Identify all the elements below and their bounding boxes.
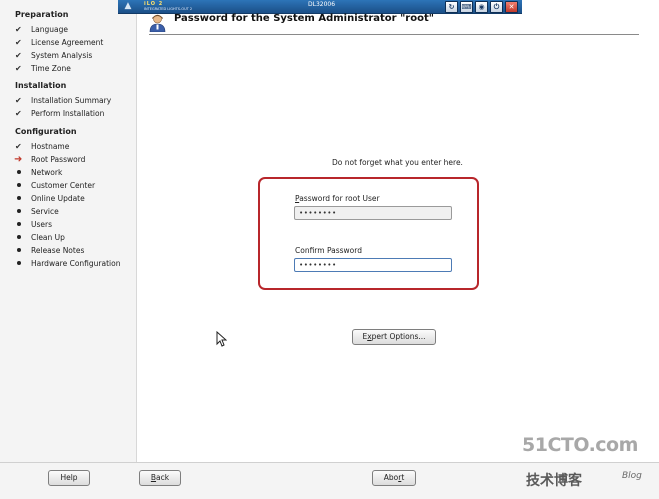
check-icon: ✔ [15, 50, 22, 60]
pending-step-marker [15, 248, 27, 252]
sidebar-step-label: Hostname [31, 141, 70, 151]
bullet-icon [17, 183, 21, 187]
sidebar-step-label: Users [31, 219, 53, 229]
sidebar-section-title: Preparation [15, 10, 69, 19]
power-icon[interactable]: ⏻ [490, 1, 503, 13]
root-password-input[interactable]: •••••••• [294, 206, 452, 220]
sidebar-step-label: System Analysis [31, 50, 93, 60]
sidebar-step-label: Customer Center [31, 180, 96, 190]
confirm-password-input[interactable]: •••••••• [294, 258, 452, 272]
sidebar-step-hostname: ✔ Hostname [15, 140, 69, 152]
sidebar-step-label: Release Notes [31, 245, 85, 255]
sidebar-step-time-zone: ✔ Time Zone [15, 62, 71, 74]
sidebar-step-system-analysis: ✔ System Analysis [15, 49, 92, 61]
abort-button[interactable]: Abort [372, 470, 416, 486]
current-step-marker: ➜ [14, 153, 27, 165]
ilo-logo: iLO 2 INTEGRATED LIGHTS-OUT 2 [144, 1, 193, 12]
sidebar-step-label: Root Password [31, 154, 86, 164]
back-button[interactable]: Back [139, 470, 181, 486]
sidebar-step-label: Installation Summary [31, 95, 112, 105]
sidebar-step-installation-summary: ✔ Installation Summary [15, 94, 111, 106]
pin-icon[interactable]: ▲ [122, 1, 134, 12]
sidebar-section-title: Configuration [15, 127, 77, 136]
pending-step-marker [15, 183, 27, 187]
check-icon: ✔ [15, 24, 22, 34]
watermark-logo: 51CTO.com [522, 434, 638, 456]
mouse-icon[interactable]: ◉ [475, 1, 488, 13]
sidebar-step-release-notes: Release Notes [15, 244, 84, 256]
root-password-label: Password for root User [295, 194, 380, 203]
bullet-icon [17, 261, 21, 265]
sidebar-step-license-agreement: ✔ License Agreement [15, 36, 103, 48]
sidebar-step-clean-up: Clean Up [15, 231, 65, 243]
sidebar-step-root-password: ➜ Root Password [14, 153, 86, 165]
pending-step-marker [15, 261, 27, 265]
watermark-blog: Blog [622, 471, 642, 481]
current-step-arrow-icon: ➜ [14, 153, 23, 165]
help-button[interactable]: Help [48, 470, 90, 486]
sidebar-step-label: Network [31, 167, 63, 177]
installation-steps-sidebar: Preparation ✔ Language ✔ License Agreement ✔ S… [0, 0, 137, 462]
sidebar-step-service: Service [15, 205, 59, 217]
check-icon: ✔ [15, 108, 22, 118]
sidebar-step-label: Perform Installation [31, 108, 105, 118]
sidebar-step-users: Users [15, 218, 52, 230]
header-divider [149, 34, 639, 35]
check-icon: ✔ [15, 141, 22, 151]
sidebar-step-label: Hardware Configuration [31, 258, 121, 268]
close-icon[interactable]: ✕ [505, 1, 518, 13]
user-admin-icon [149, 14, 166, 32]
sidebar-step-customer-center: Customer Center [15, 179, 95, 191]
confirm-password-label: Confirm Password [295, 246, 362, 255]
ilo-logo-subtext: INTEGRATED LIGHTS-OUT 2 [144, 6, 193, 11]
page-title: Password for the System Administrator "r… [174, 13, 434, 24]
sidebar-step-label: Time Zone [31, 63, 71, 73]
refresh-icon[interactable]: ↻ [445, 1, 458, 13]
bullet-icon [17, 196, 21, 200]
abort-label-pre: Abo [383, 473, 399, 482]
sidebar-step-label: License Agreement [31, 37, 104, 47]
sidebar-step-perform-installation: ✔ Perform Installation [15, 107, 104, 119]
pending-step-marker [15, 209, 27, 213]
sidebar-step-label: Online Update [31, 193, 85, 203]
keyboard-icon[interactable]: ⌨ [460, 1, 473, 13]
check-icon: ✔ [15, 95, 22, 105]
root-password-label-text: assword for root User [299, 194, 380, 203]
bullet-icon [17, 235, 21, 239]
bullet-icon [17, 222, 21, 226]
bullet-icon [17, 248, 21, 252]
pending-step-marker [15, 196, 27, 200]
sidebar-step-language: ✔ Language [15, 23, 68, 35]
pending-step-marker [15, 222, 27, 226]
ilo-remote-console-bar: ▲ iLO 2 INTEGRATED LIGHTS-OUT 2 DL32006 … [118, 0, 522, 14]
check-icon: ✔ [15, 37, 22, 47]
sidebar-step-label: Service [31, 206, 59, 216]
sidebar-section-title: Installation [15, 81, 67, 90]
sidebar-step-online-update: Online Update [15, 192, 85, 204]
ilo-hostname: DL32006 [308, 1, 336, 8]
sidebar-step-hardware-configuration: Hardware Configuration [15, 257, 120, 269]
bullet-icon [17, 209, 21, 213]
sidebar-step-label: Language [31, 24, 69, 34]
abort-label-rest: t [401, 473, 405, 482]
pending-step-marker [15, 170, 27, 174]
ilo-window-controls: ↻ ⌨ ◉ ⏻ ✕ [445, 1, 518, 13]
sidebar-step-network: Network [15, 166, 62, 178]
back-label-rest: ack [156, 473, 170, 482]
bullet-icon [17, 170, 21, 174]
watermark-subtitle: 技术博客 [526, 473, 582, 489]
mouse-pointer-icon [216, 331, 227, 347]
expert-options-label-rest: pert Options... [371, 332, 426, 341]
check-icon: ✔ [15, 63, 22, 73]
sidebar-step-label: Clean Up [31, 232, 65, 242]
pending-step-marker [15, 235, 27, 239]
password-notice: Do not forget what you enter here. [332, 158, 463, 167]
expert-options-button[interactable]: Expert Options... [352, 329, 436, 345]
